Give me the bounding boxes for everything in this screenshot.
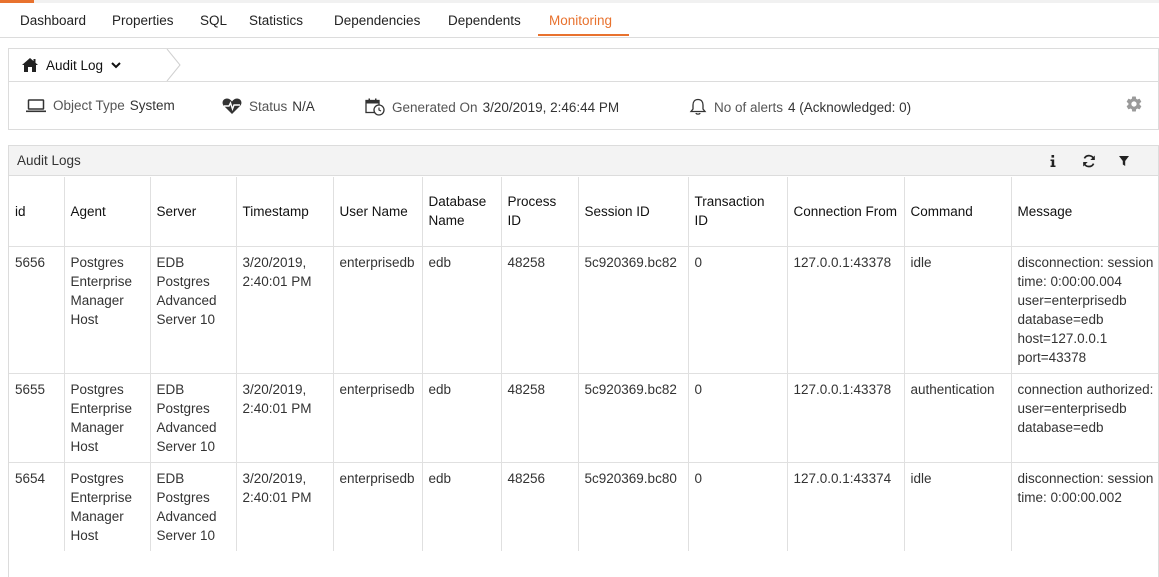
cell-id: 5655 — [9, 373, 65, 463]
cell-agent: Postgres Enterprise Manager Host — [64, 373, 151, 463]
generated-on-label: Generated On — [392, 99, 478, 115]
tab-dependencies[interactable]: Dependencies — [334, 13, 420, 28]
generated-on-value: 3/20/2019, 2:46:44 PM — [482, 99, 620, 115]
breadcrumb-separator-icon — [166, 49, 181, 81]
cell-connection-from: 127.0.0.1:43374 — [787, 462, 905, 551]
info-icon[interactable] — [1045, 153, 1061, 169]
cell-database-name: edb — [422, 373, 502, 463]
cell-connection-from: 127.0.0.1:43378 — [787, 373, 905, 463]
cell-user-name: enterprisedb — [333, 373, 423, 463]
cell-message: connection authorized: user=enterprisedb… — [1011, 373, 1158, 463]
cell-timestamp: 3/20/2019, 2:40:01 PM — [236, 246, 334, 374]
breadcrumb-label: Audit Log — [46, 57, 104, 73]
column-header-transaction-id[interactable]: Transaction ID — [688, 177, 788, 247]
object-type-value: System — [129, 98, 175, 113]
cell-agent: Postgres Enterprise Manager Host — [64, 246, 151, 374]
status-value: N/A — [292, 99, 315, 114]
calendar-clock-icon — [365, 98, 385, 116]
column-header-command[interactable]: Command — [904, 177, 1012, 247]
panel-title: Audit Logs — [17, 153, 81, 168]
tab-bar: Dashboard Properties SQL Statistics Depe… — [0, 0, 1159, 38]
cell-server: EDB Postgres Advanced Server 10 — [150, 246, 237, 374]
alerts-value: 4 (Acknowledged: 0) — [788, 99, 912, 115]
column-header-agent[interactable]: Agent — [64, 177, 151, 247]
cell-id: 5656 — [9, 246, 65, 374]
column-header-timestamp[interactable]: Timestamp — [236, 177, 334, 247]
alerts-label: No of alerts — [714, 99, 784, 115]
column-header-id[interactable]: id — [9, 177, 65, 247]
cell-session-id: 5c920369.bc82 — [578, 246, 689, 374]
cell-command: idle — [904, 462, 1012, 551]
cell-message: disconnection: session time: 0:00:00.002 — [1011, 462, 1158, 551]
tab-dependents[interactable]: Dependents — [448, 13, 521, 28]
cell-process-id: 48256 — [501, 462, 579, 551]
tab-statistics[interactable]: Statistics — [249, 13, 303, 28]
audit-logs-panel: Audit Logs id Agent Server Timestamp Use… — [8, 145, 1159, 577]
cell-transaction-id: 0 — [688, 373, 788, 463]
object-type-label: Object Type — [53, 98, 125, 113]
cell-session-id: 5c920369.bc82 — [578, 373, 689, 463]
breadcrumb: Audit Log — [8, 48, 1159, 82]
cell-process-id: 48258 — [501, 246, 579, 374]
top-accent-line — [0, 0, 1159, 3]
tab-dashboard[interactable]: Dashboard — [20, 13, 86, 28]
cell-transaction-id: 0 — [688, 246, 788, 374]
active-tab-indicator — [538, 34, 629, 36]
cell-timestamp: 3/20/2019, 2:40:01 PM — [236, 462, 334, 551]
column-header-database-name[interactable]: Database Name — [422, 177, 502, 247]
cell-process-id: 48258 — [501, 373, 579, 463]
cell-command: authentication — [904, 373, 1012, 463]
heartbeat-icon — [222, 98, 242, 114]
home-icon[interactable] — [21, 57, 39, 73]
table-row[interactable]: 5656 Postgres Enterprise Manager Host ED… — [9, 246, 1158, 374]
cell-user-name: enterprisedb — [333, 462, 423, 551]
tab-monitoring[interactable]: Monitoring — [549, 13, 612, 28]
table-header-row: id Agent Server Timestamp User Name Data… — [9, 177, 1158, 247]
tab-properties[interactable]: Properties — [112, 13, 174, 28]
gear-icon[interactable] — [1125, 95, 1143, 113]
column-header-process-id[interactable]: Process ID — [501, 177, 579, 247]
cell-session-id: 5c920369.bc80 — [578, 462, 689, 551]
audit-log-table: id Agent Server Timestamp User Name Data… — [9, 177, 1158, 551]
alerts-info: No of alerts 4 (Acknowledged: 0) — [689, 98, 911, 116]
cell-transaction-id: 0 — [688, 462, 788, 551]
object-type-info: Object Type System — [26, 98, 175, 113]
cell-message: disconnection: session time: 0:00:00.004… — [1011, 246, 1158, 374]
column-header-connection-from[interactable]: Connection From — [787, 177, 905, 247]
cell-database-name: edb — [422, 246, 502, 374]
cell-timestamp: 3/20/2019, 2:40:01 PM — [236, 373, 334, 463]
monitor-icon — [26, 98, 46, 112]
column-header-server[interactable]: Server — [150, 177, 237, 247]
tab-sql[interactable]: SQL — [200, 13, 227, 28]
info-bar: Object Type System Status N/A Generated … — [8, 82, 1159, 130]
column-header-session-id[interactable]: Session ID — [578, 177, 689, 247]
cell-user-name: enterprisedb — [333, 246, 423, 374]
cell-agent: Postgres Enterprise Manager Host — [64, 462, 151, 551]
column-header-message[interactable]: Message — [1011, 177, 1158, 247]
status-info: Status N/A — [222, 98, 315, 115]
status-label: Status — [249, 99, 288, 114]
cell-server: EDB Postgres Advanced Server 10 — [150, 373, 237, 463]
table-row[interactable]: 5654 Postgres Enterprise Manager Host ED… — [9, 462, 1158, 551]
column-header-user-name[interactable]: User Name — [333, 177, 423, 247]
cell-server: EDB Postgres Advanced Server 10 — [150, 462, 237, 551]
filter-icon[interactable] — [1116, 153, 1132, 169]
panel-header: Audit Logs — [9, 146, 1158, 176]
breadcrumb-audit-log[interactable]: Audit Log — [46, 49, 121, 81]
table-row[interactable]: 5655 Postgres Enterprise Manager Host ED… — [9, 373, 1158, 463]
cell-database-name: edb — [422, 462, 502, 551]
bell-icon — [689, 98, 707, 115]
cell-connection-from: 127.0.0.1:43378 — [787, 246, 905, 374]
refresh-icon[interactable] — [1081, 153, 1097, 169]
cell-command: idle — [904, 246, 1012, 374]
chevron-down-icon — [111, 62, 121, 69]
generated-on-info: Generated On 3/20/2019, 2:46:44 PM — [365, 98, 619, 116]
cell-id: 5654 — [9, 462, 65, 551]
